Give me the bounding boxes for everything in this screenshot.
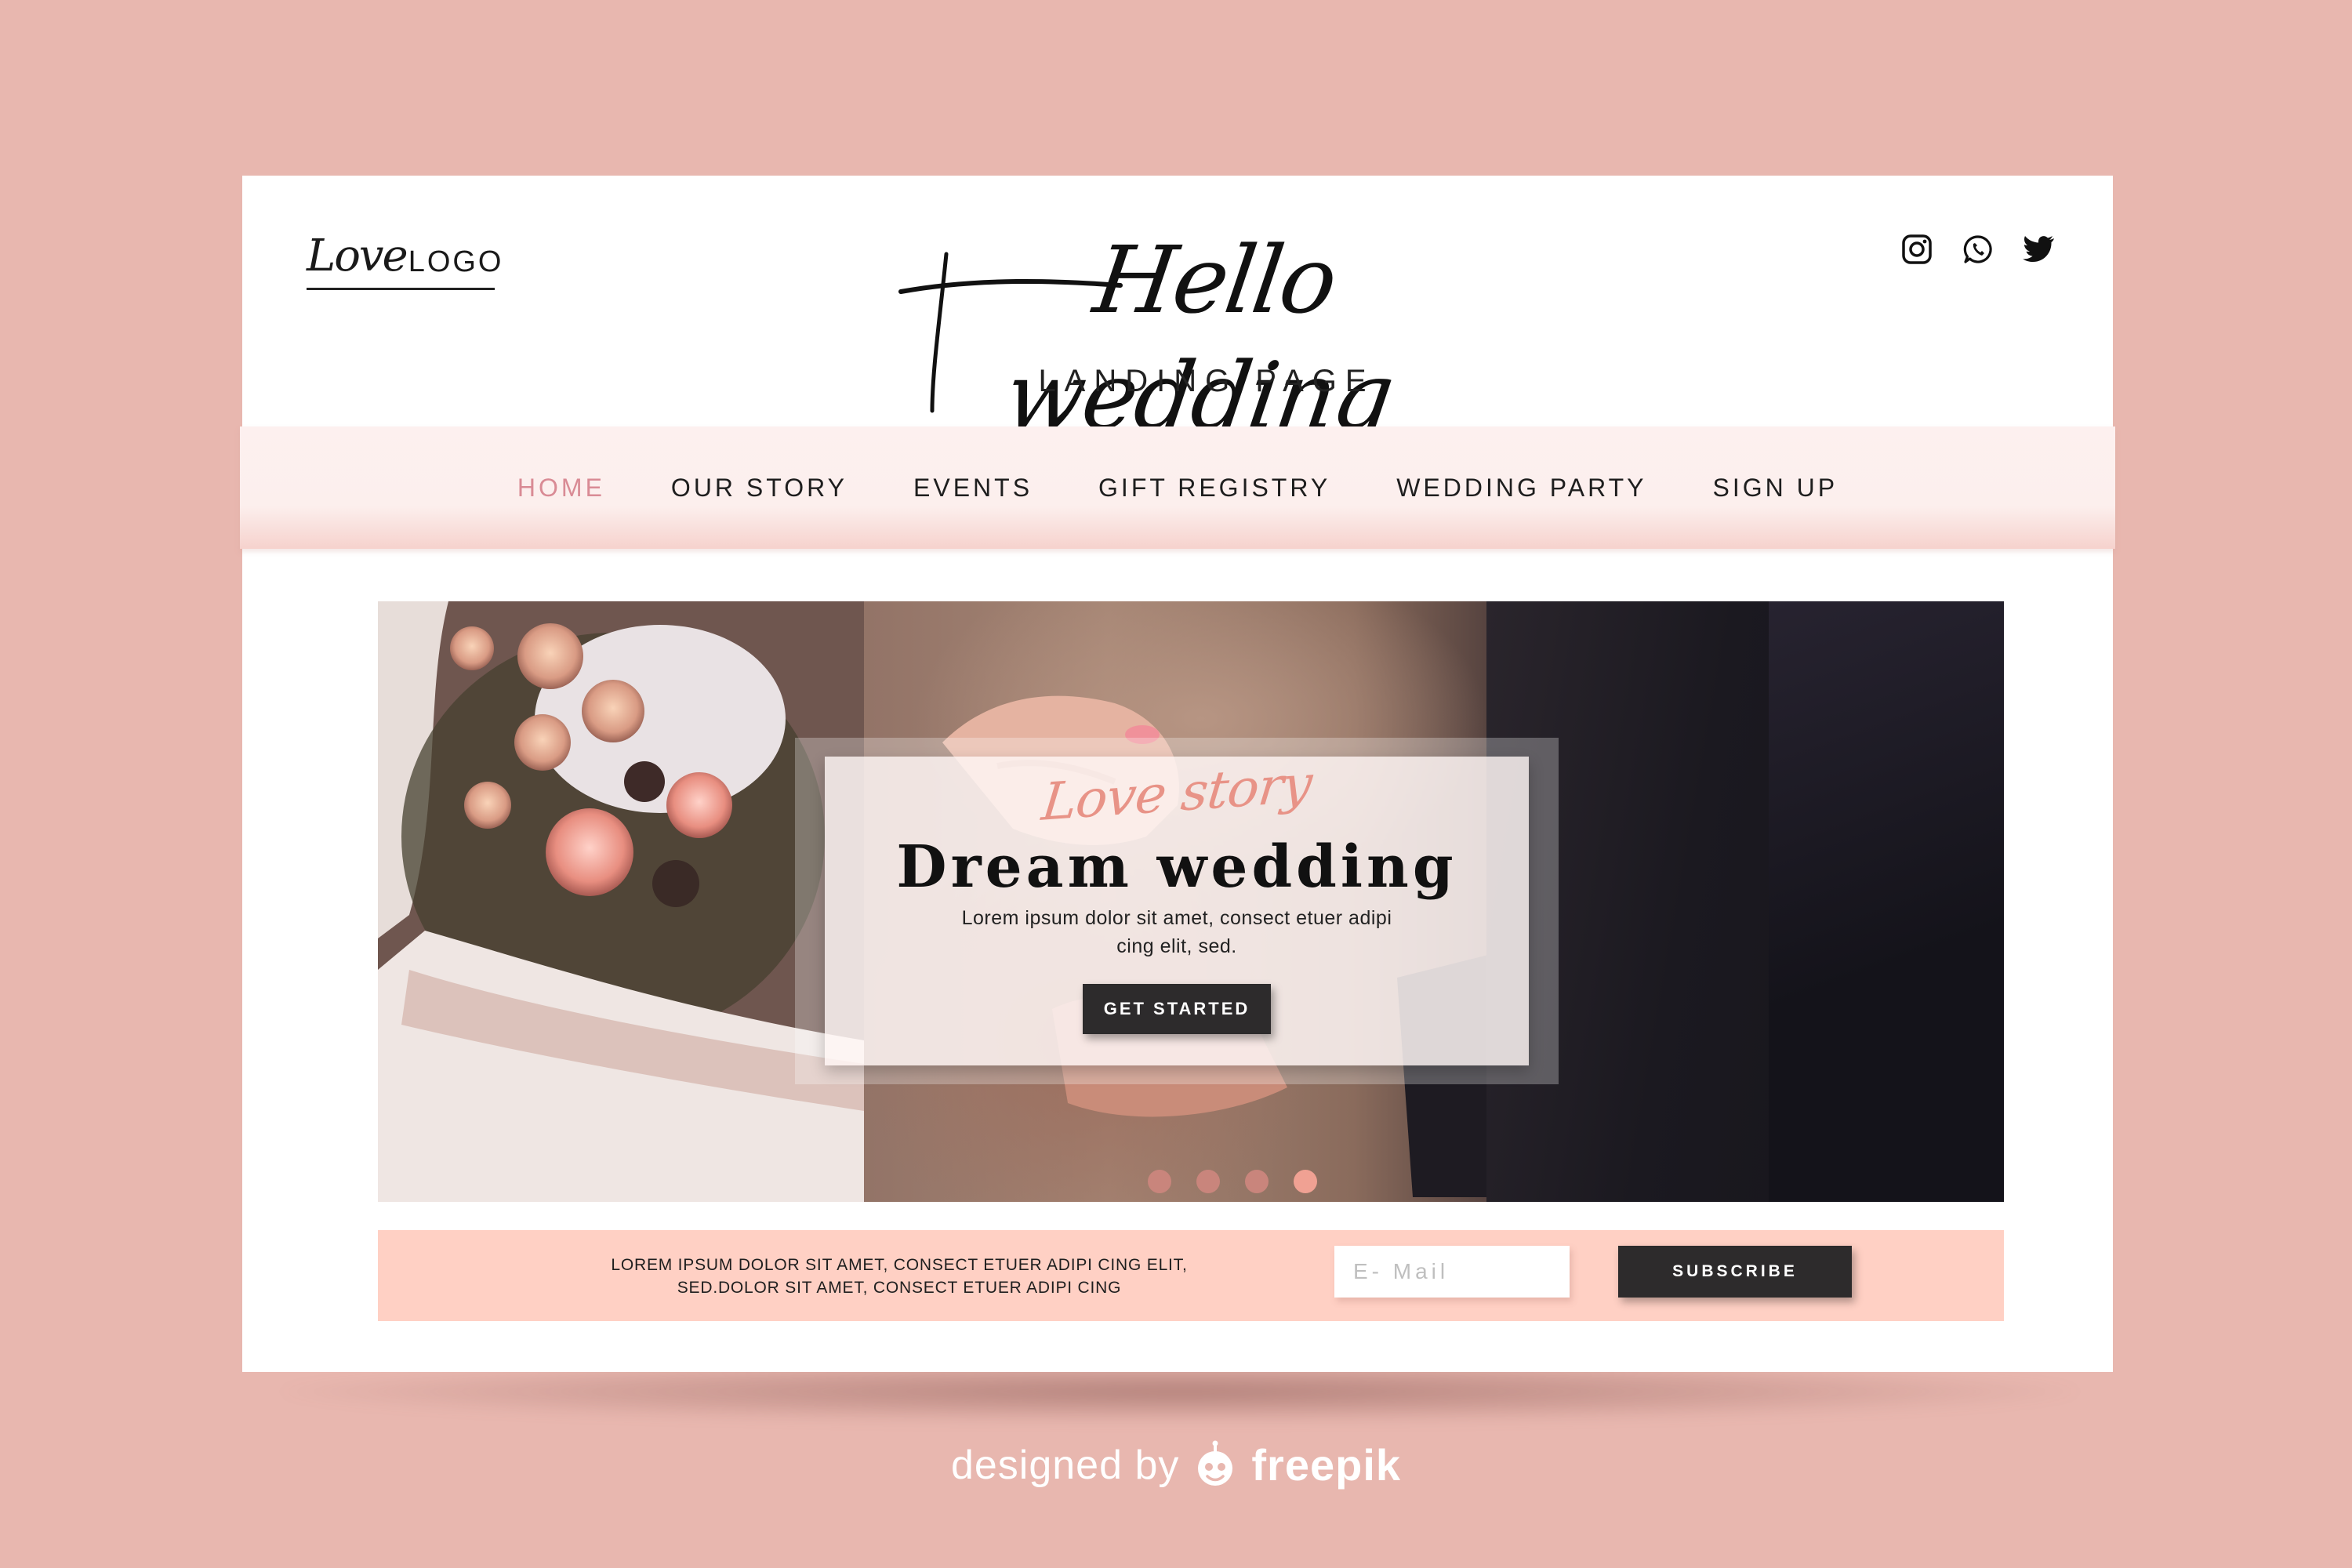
slider-dot-3[interactable]: [1245, 1170, 1269, 1193]
hero-slider: Love story Dream wedding Lorem ipsum dol…: [378, 601, 2004, 1202]
email-field[interactable]: [1334, 1246, 1570, 1298]
instagram-icon[interactable]: [1900, 232, 1934, 267]
hero-script-text: Love story: [1039, 753, 1315, 833]
landing-card: Love LOGO Hello wedding LANDING PAGE HOM…: [240, 176, 2115, 1372]
nav-events[interactable]: EVENTS: [880, 474, 1065, 503]
whatsapp-icon[interactable]: [1961, 232, 1995, 267]
slider-dots: [378, 1170, 2004, 1193]
twitter-icon[interactable]: [2022, 232, 2056, 267]
site-subtitle: LANDING PAGE: [1038, 364, 1375, 398]
nav-home[interactable]: HOME: [485, 474, 638, 503]
nav-our-story[interactable]: OUR STORY: [638, 474, 880, 503]
newsletter-bar: LOREM IPSUM DOLOR SIT AMET, CONSECT ETUE…: [378, 1230, 2004, 1321]
hero-photo-bouquet: [378, 601, 864, 1202]
credit-prefix: designed by: [950, 1442, 1180, 1488]
social-links: [1900, 232, 2056, 267]
nav-wedding-party[interactable]: WEDDING PARTY: [1363, 474, 1679, 503]
get-started-button[interactable]: GET STARTED: [1083, 984, 1271, 1034]
slider-dot-2[interactable]: [1196, 1170, 1220, 1193]
slider-dot-4[interactable]: [1294, 1170, 1317, 1193]
site-title: Hello wedding: [998, 226, 1399, 450]
credit-brand: freepik: [1251, 1440, 1402, 1490]
hero-body: Lorem ipsum dolor sit amet, consect etue…: [961, 907, 1392, 957]
slider-dot-1[interactable]: [1148, 1170, 1171, 1193]
hero-photo-lapel: [1769, 601, 2004, 1202]
site-title-block: Hello wedding LANDING PAGE: [885, 223, 1528, 450]
subscribe-button[interactable]: SUBSCRIBE: [1618, 1246, 1852, 1298]
logo-script: Love: [307, 230, 408, 281]
main-nav: HOME OUR STORY EVENTS GIFT REGISTRY WEDD…: [240, 426, 2115, 549]
nav-sign-up[interactable]: SIGN UP: [1680, 474, 1871, 503]
nav-gift-registry[interactable]: GIFT REGISTRY: [1065, 474, 1363, 503]
logo-word: LOGO: [408, 245, 504, 278]
hero-overlay: Love story Dream wedding Lorem ipsum dol…: [795, 738, 1559, 1084]
brand-logo[interactable]: Love LOGO: [307, 223, 502, 290]
newsletter-text: LOREM IPSUM DOLOR SIT AMET, CONSECT ETUE…: [611, 1256, 1188, 1297]
hero-card: Love story Dream wedding Lorem ipsum dol…: [825, 753, 1529, 1065]
hero-title: Dream wedding: [896, 833, 1457, 901]
freepik-logo-icon: [1198, 1440, 1233, 1486]
designer-credit: designed by freepik: [0, 1439, 2352, 1490]
